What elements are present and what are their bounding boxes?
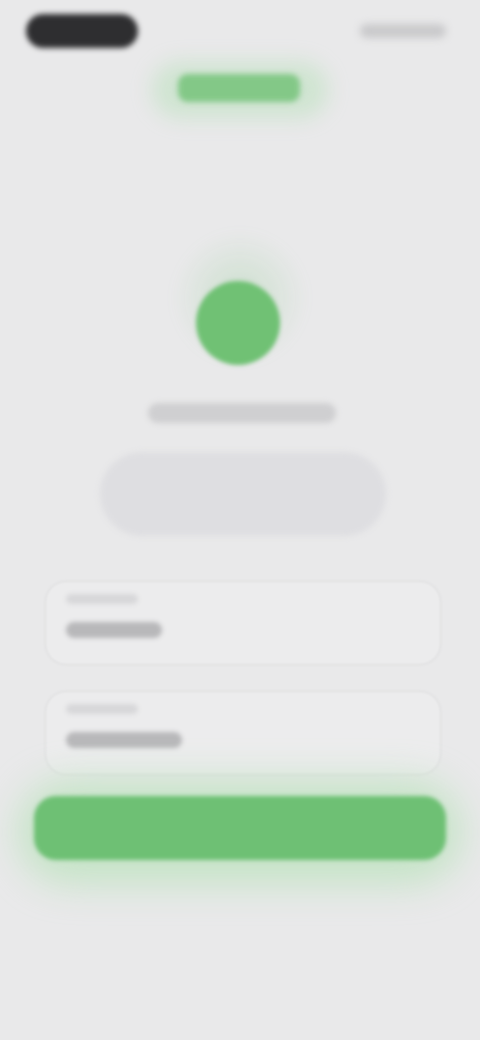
form-field-2-label bbox=[66, 704, 138, 714]
status-bar bbox=[0, 0, 480, 64]
form-field-1-value[interactable] bbox=[66, 622, 162, 638]
page-title bbox=[178, 74, 300, 102]
status-pill-icon bbox=[26, 14, 138, 48]
avatar-circle-icon bbox=[196, 281, 280, 365]
profile-description-card bbox=[100, 452, 386, 536]
profile-name bbox=[148, 403, 336, 423]
app-screen bbox=[0, 0, 480, 1040]
primary-action-button[interactable] bbox=[34, 796, 446, 860]
form-field-1-label bbox=[66, 594, 138, 604]
form-field-2-value[interactable] bbox=[66, 732, 182, 748]
status-indicators-icon bbox=[360, 24, 446, 38]
form-field-1[interactable] bbox=[46, 582, 440, 664]
form-field-2[interactable] bbox=[46, 692, 440, 774]
